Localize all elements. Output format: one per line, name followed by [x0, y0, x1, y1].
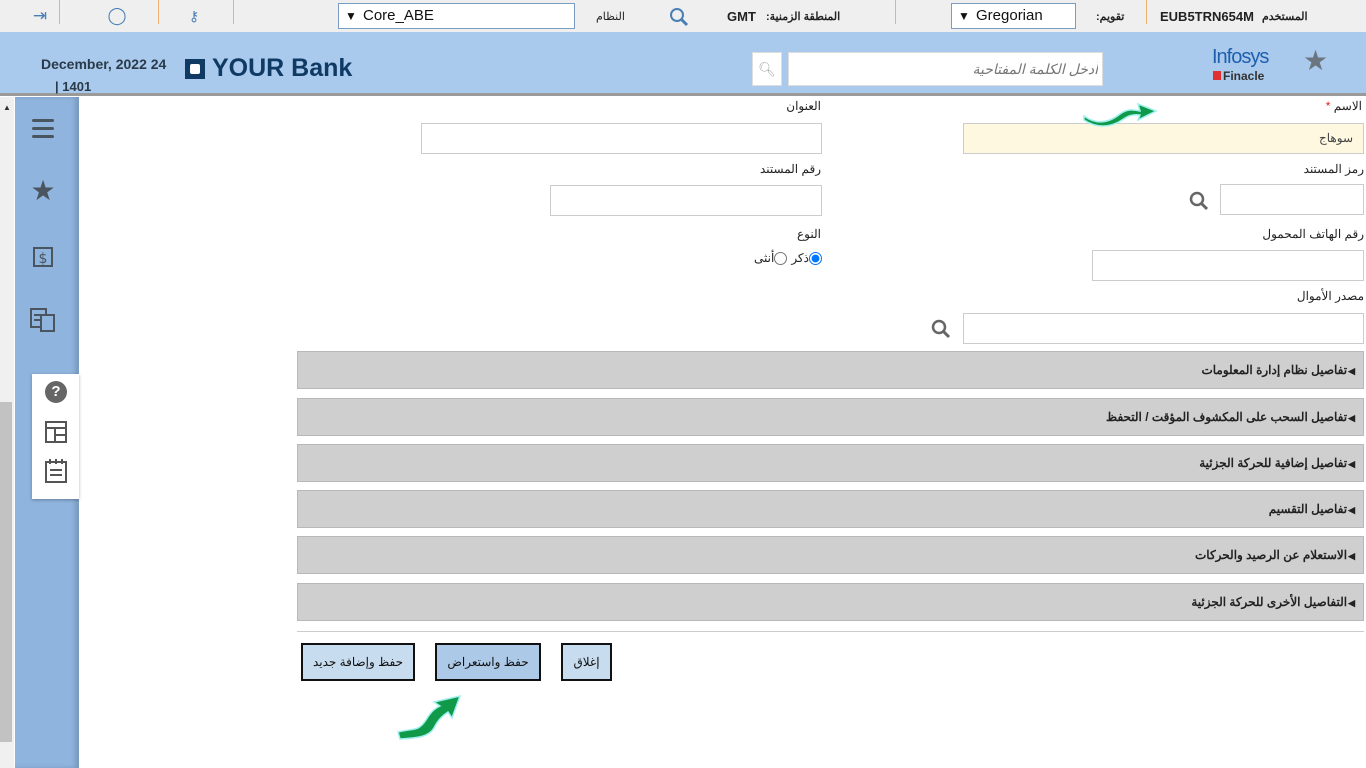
section-split-details[interactable]: ◀تفاصيل التقسيم: [297, 490, 1364, 528]
gender-male-label: ذكر: [791, 251, 809, 265]
calendar-select[interactable]: ▼ Gregorian: [951, 3, 1076, 29]
section-title: تفاصيل إضافية للحركة الجزئية: [1199, 456, 1348, 470]
chevron-down-icon: ▼: [958, 9, 970, 23]
document-number-input[interactable]: [550, 185, 822, 216]
save-and-add-new-button[interactable]: حفظ وإضافة جديد: [301, 643, 415, 681]
close-button[interactable]: إغلاق: [561, 643, 612, 681]
section-additional-part-tran[interactable]: ◀تفاصيل إضافية للحركة الجزئية: [297, 444, 1364, 482]
menu-icon[interactable]: [29, 115, 57, 143]
section-overdraft-details[interactable]: ◀تفاصيل السحب على المكشوف المؤقت / التحف…: [297, 398, 1364, 436]
timezone-value: GMT: [727, 9, 756, 24]
expand-arrow-icon: ◀: [1348, 366, 1355, 376]
document-number-label: رقم المستند: [759, 162, 821, 176]
vertical-scrollbar[interactable]: ▲: [0, 97, 14, 768]
favorite-star-icon[interactable]: ★: [1303, 44, 1328, 77]
name-label-text: الاسم: [1333, 99, 1362, 113]
document-code-input[interactable]: [1220, 184, 1364, 215]
expand-arrow-icon: ◀: [1348, 598, 1355, 608]
infosys-logo: Infosys: [1212, 46, 1269, 68]
system-select-value: Core_ABE: [363, 7, 434, 24]
section-title: تفاصيل نظام إدارة المعلومات: [1201, 363, 1348, 377]
tools-panel: ?: [32, 374, 79, 499]
search-icon: 🔍︎: [758, 61, 776, 77]
section-other-part-tran[interactable]: ◀التفاصيل الأخرى للحركة الجزئية: [297, 583, 1364, 621]
expand-arrow-icon: ◀: [1348, 551, 1355, 561]
top-bar: ⇥ ◯ ⚷ ▼ Core_ABE النظام GMT المنطقة الزمن…: [0, 0, 1366, 32]
section-balance-inquiry[interactable]: ◀الاستعلام عن الرصيد والحركات: [297, 536, 1364, 574]
gender-female-label: أنثى: [754, 251, 775, 265]
name-input[interactable]: سوهاج: [963, 123, 1364, 154]
header: December, 2022 24 | 1401 YOUR Bank 🔍︎ In…: [0, 32, 1366, 96]
divider: [233, 0, 234, 24]
divider: [1146, 0, 1147, 24]
favorites-star-icon[interactable]: ★: [29, 177, 57, 205]
scrollbar-thumb[interactable]: [0, 402, 12, 742]
key-icon[interactable]: ⚷: [183, 6, 205, 26]
current-date: December, 2022 24: [41, 56, 167, 72]
user-label: المستخدم: [1262, 11, 1308, 23]
gender-label: النوع: [797, 227, 821, 241]
chat-icon[interactable]: ◯: [106, 6, 128, 26]
expand-arrow-icon: ◀: [1348, 459, 1355, 469]
save-and-view-button[interactable]: حفظ واستعراض: [435, 643, 541, 681]
funds-source-input[interactable]: [963, 313, 1364, 344]
expand-arrow-icon: ◀: [1348, 413, 1355, 423]
mobile-input[interactable]: [1092, 250, 1364, 281]
expand-arrow-icon: ◀: [1348, 505, 1355, 515]
svg-text:$: $: [39, 251, 48, 267]
section-mis-details[interactable]: ◀تفاصيل نظام إدارة المعلومات: [297, 351, 1364, 389]
notepad-icon[interactable]: [45, 459, 67, 483]
chevron-down-icon: ▼: [345, 9, 357, 23]
sidebar: ★ $ ?: [15, 97, 79, 768]
section-title: تفاصيل السحب على المكشوف المؤقت / التحفظ: [1106, 410, 1348, 424]
divider: [158, 0, 159, 24]
keyword-search-input[interactable]: [788, 52, 1103, 86]
hijri-year: | 1401: [55, 79, 92, 94]
logout-icon[interactable]: ⇥: [29, 6, 51, 26]
document-code-search-icon[interactable]: [1188, 190, 1210, 212]
finacle-logo: Finacle: [1213, 69, 1264, 83]
help-icon[interactable]: ?: [45, 381, 67, 403]
annotation-arrow-icon: [397, 694, 462, 740]
user-value: EUB5TRN654M: [1160, 9, 1254, 24]
divider: [895, 0, 896, 24]
finacle-logo-text: Finacle: [1223, 69, 1265, 83]
scroll-up-arrow[interactable]: ▲: [3, 103, 11, 112]
section-title: تفاصيل التقسيم: [1268, 502, 1348, 516]
gender-female-radio[interactable]: [774, 251, 788, 265]
calendar-label: تقويم:: [1096, 11, 1125, 23]
documents-icon[interactable]: [29, 306, 57, 334]
funds-source-search-icon[interactable]: [930, 318, 952, 340]
section-title: التفاصيل الأخرى للحركة الجزئية: [1191, 595, 1348, 609]
layout-icon[interactable]: [45, 421, 67, 443]
system-select[interactable]: ▼ Core_ABE: [338, 3, 575, 29]
gender-male-radio[interactable]: [809, 251, 822, 265]
keyword-search-button[interactable]: 🔍︎: [752, 52, 782, 86]
bank-logo-mark: [185, 59, 205, 79]
required-mark: *: [1325, 99, 1331, 113]
address-input[interactable]: [421, 123, 822, 154]
bank-logo: YOUR Bank: [212, 54, 353, 82]
mobile-label: رقم الهاتف المحمول: [1262, 227, 1364, 241]
transaction-icon[interactable]: $: [29, 243, 57, 271]
section-title: الاستعلام عن الرصيد والحركات: [1195, 548, 1348, 562]
document-code-label: رمز المستند: [1303, 162, 1364, 176]
funds-source-label: مصدر الأموال: [1296, 289, 1364, 303]
gender-radio-group: ذكر أنثى: [738, 251, 822, 265]
system-label: النظام: [596, 11, 625, 23]
address-label: العنوان: [786, 99, 821, 113]
calendar-select-value: Gregorian: [976, 7, 1043, 24]
annotation-arrow-icon: [1083, 102, 1158, 127]
divider: [297, 631, 1364, 632]
timezone-label: المنطقة الزمنية:: [766, 11, 841, 23]
divider: [59, 0, 60, 24]
search-icon[interactable]: [668, 6, 690, 28]
name-label: الاسم *: [1326, 99, 1362, 113]
